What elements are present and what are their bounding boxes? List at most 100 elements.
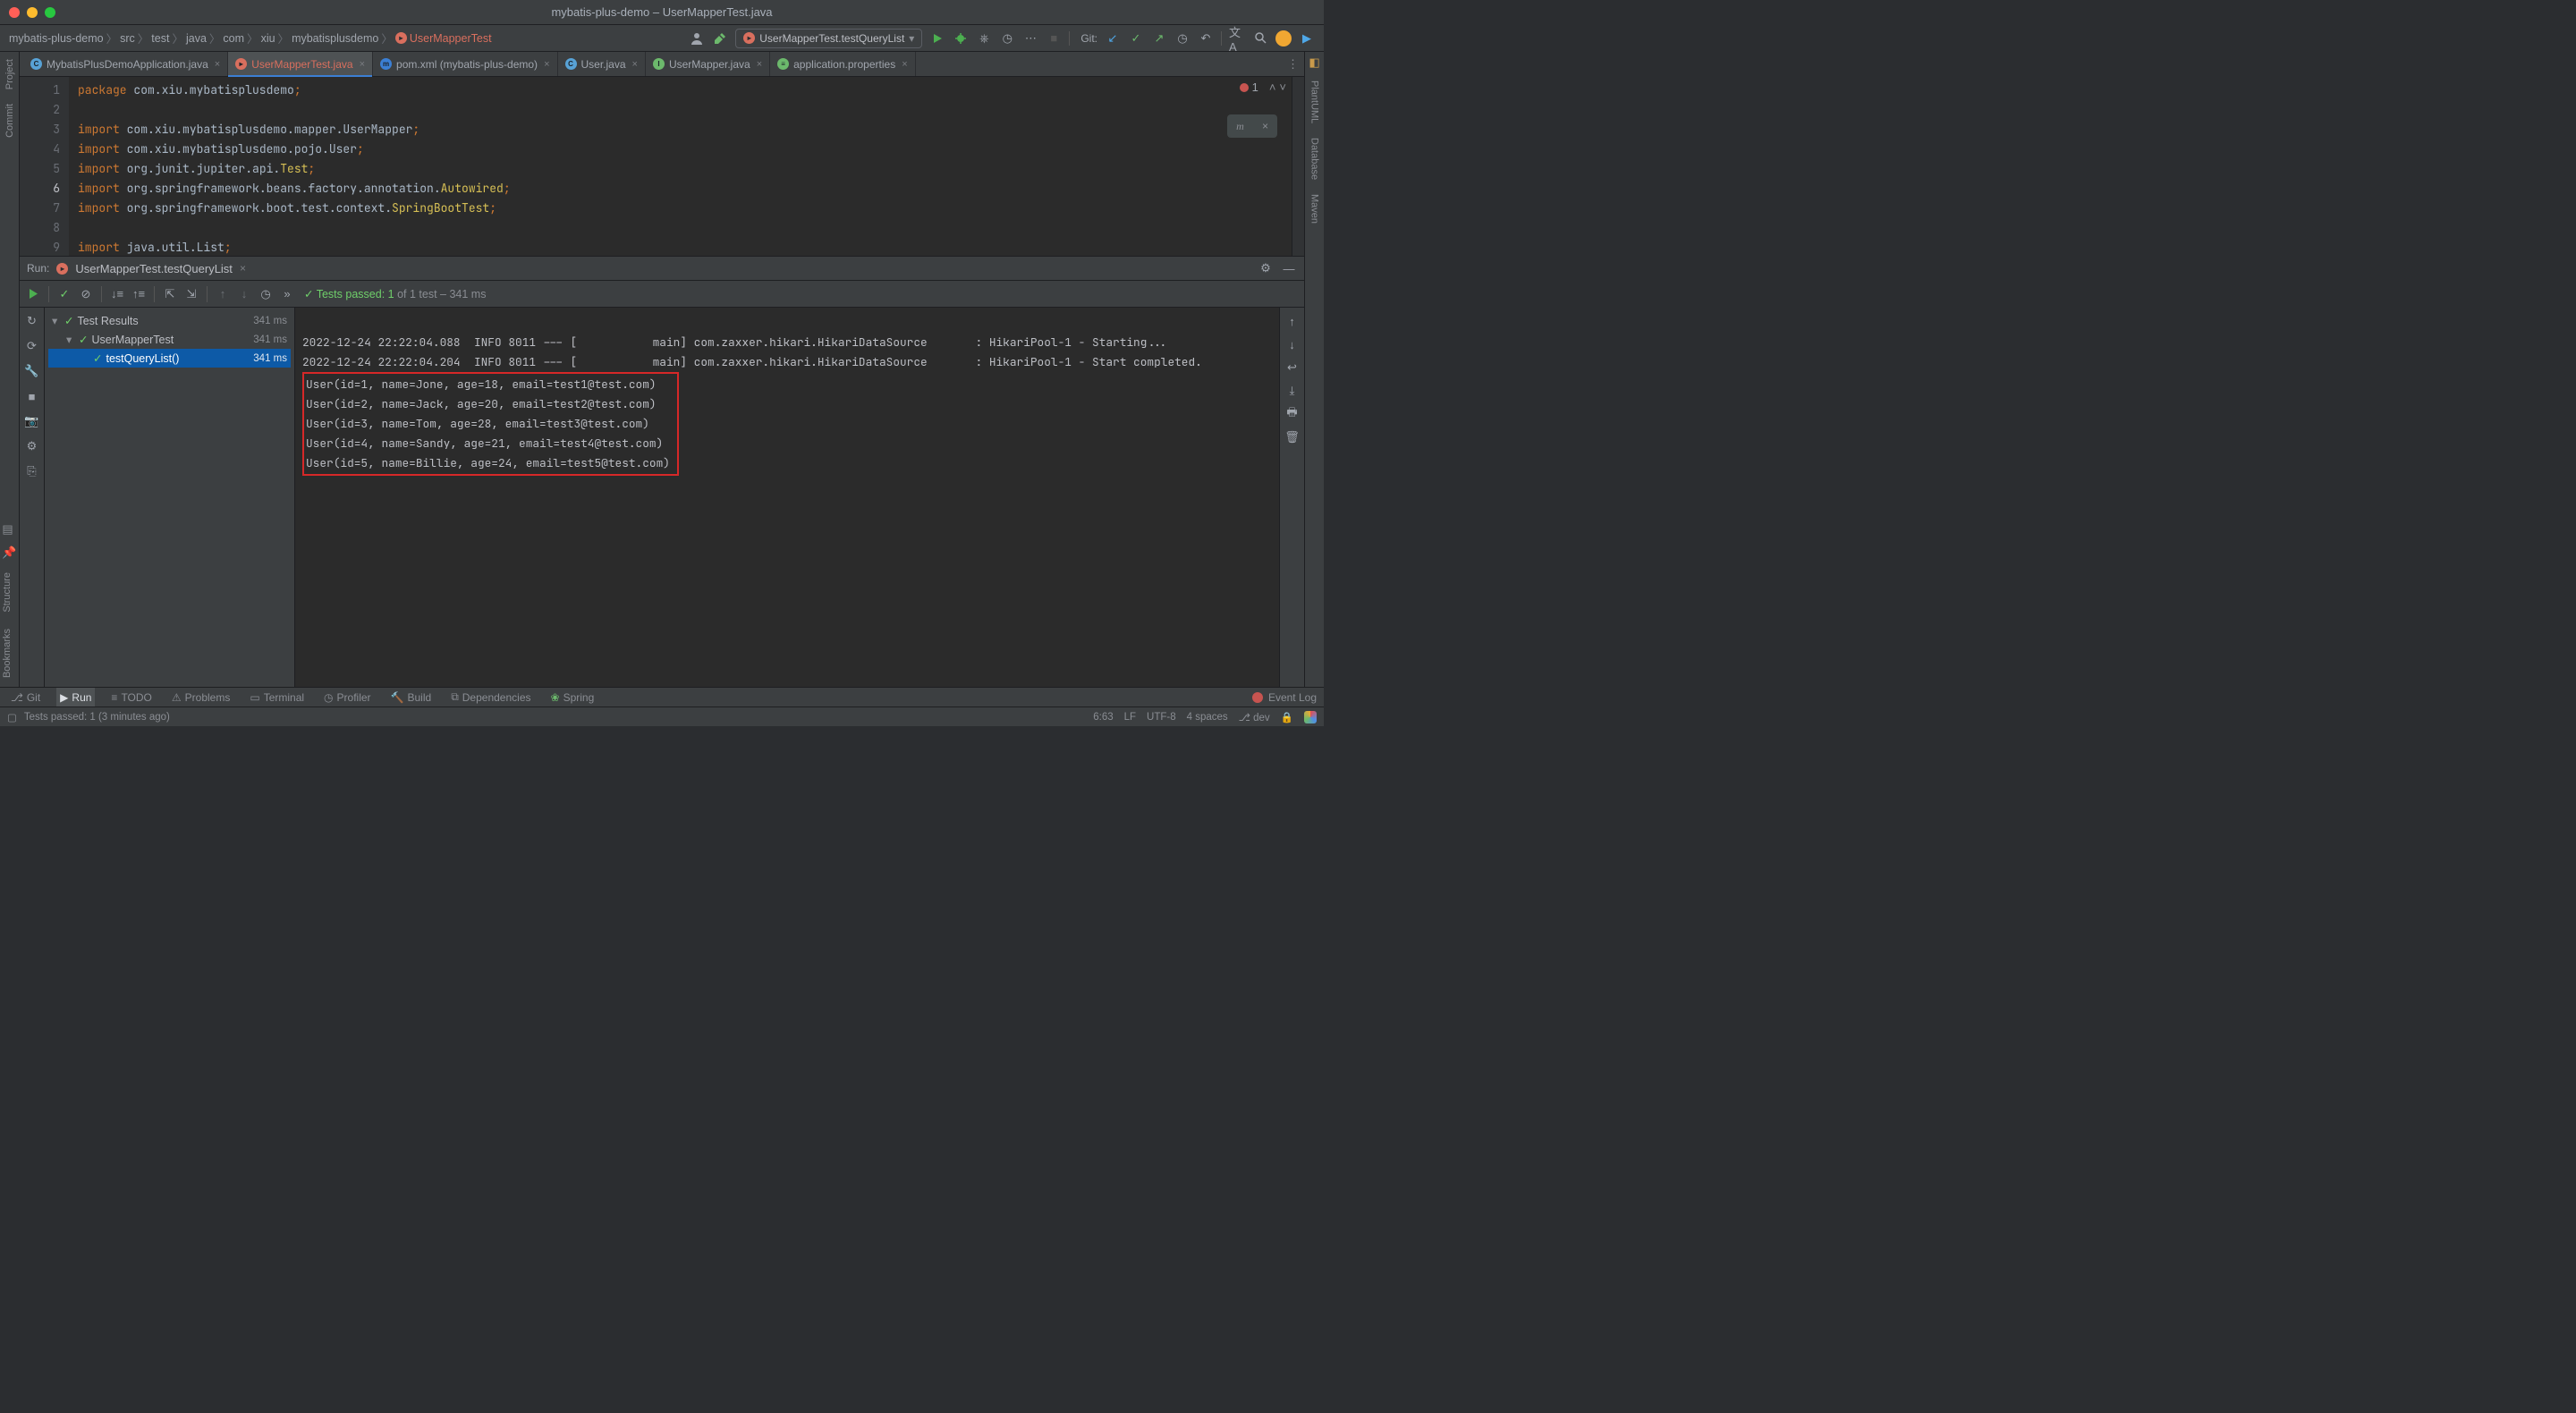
breadcrumb-segment[interactable]: java bbox=[186, 32, 207, 45]
dump-threads-icon[interactable]: 📷 bbox=[24, 413, 40, 429]
pin-icon[interactable]: 📌 bbox=[2, 546, 16, 560]
quick-access-icon[interactable]: ▢ bbox=[7, 711, 17, 723]
line-number[interactable]: 4 bbox=[23, 140, 60, 159]
code-line[interactable]: import org.springframework.boot.test.con… bbox=[78, 199, 1292, 218]
breadcrumb-segment[interactable]: mybatis-plus-demo bbox=[9, 32, 104, 45]
git-branch[interactable]: ⎇ dev bbox=[1239, 711, 1270, 723]
wrench-icon[interactable]: 🔧 bbox=[24, 363, 40, 379]
user-icon[interactable] bbox=[689, 30, 705, 47]
clear-all-icon[interactable]: 🗑 bbox=[1284, 429, 1301, 445]
project-tool-button[interactable]: Project bbox=[4, 55, 15, 93]
next-failed-icon[interactable]: ↓ bbox=[236, 286, 252, 302]
settings-icon[interactable]: ⚙ bbox=[24, 438, 40, 454]
run-tab[interactable]: ▶Run bbox=[56, 688, 95, 706]
line-number[interactable]: 1 bbox=[23, 80, 60, 100]
tree-expand-icon[interactable]: ▾ bbox=[52, 314, 61, 327]
collapse-all-icon[interactable]: ⇲ bbox=[183, 286, 199, 302]
test-tree-node[interactable]: ✓ testQueryList()341 ms bbox=[48, 349, 291, 368]
minimize-window-button[interactable] bbox=[27, 7, 38, 18]
rerun-button[interactable] bbox=[25, 286, 41, 302]
avatar[interactable] bbox=[1275, 30, 1292, 47]
close-tab-icon[interactable]: × bbox=[632, 59, 638, 70]
run-configuration-selector[interactable]: ▸ UserMapperTest.testQueryList ▾ bbox=[735, 29, 922, 48]
git-history-icon[interactable]: ◷ bbox=[1174, 30, 1191, 47]
test-tree[interactable]: ▾✓ Test Results341 ms▾✓ UserMapperTest34… bbox=[45, 308, 295, 687]
close-tab-icon[interactable]: × bbox=[544, 59, 549, 70]
close-run-tab-icon[interactable]: × bbox=[240, 262, 246, 275]
structure-tool-button[interactable]: Structure bbox=[2, 569, 16, 616]
notifications-icon[interactable]: ◧ bbox=[1309, 55, 1319, 70]
debug-button[interactable] bbox=[953, 30, 969, 47]
line-number[interactable]: 9 bbox=[23, 238, 60, 256]
ide-settings-icon[interactable]: ▶ bbox=[1299, 30, 1315, 47]
chevron-up-icon[interactable]: ˄ bbox=[1269, 80, 1276, 94]
code-line[interactable] bbox=[78, 218, 1292, 238]
build-hammer-icon[interactable] bbox=[712, 30, 728, 47]
floating-toolbar[interactable]: m × bbox=[1227, 114, 1277, 138]
lock-icon[interactable]: 🔒 bbox=[1281, 711, 1293, 723]
database-tool-button[interactable]: Database bbox=[1309, 134, 1320, 183]
sort-desc-icon[interactable]: ↑≡ bbox=[131, 286, 147, 302]
test-tree-node[interactable]: ▾✓ UserMapperTest341 ms bbox=[48, 330, 291, 349]
soft-wrap-icon[interactable]: ↩ bbox=[1284, 360, 1301, 376]
code-line[interactable]: import org.springframework.beans.factory… bbox=[78, 179, 1292, 199]
print-icon[interactable]: 🖶 bbox=[1284, 406, 1301, 422]
code-line[interactable]: import org.junit.jupiter.api.Test; bbox=[78, 159, 1292, 179]
rerun-failed-icon[interactable]: ↻ bbox=[24, 313, 40, 329]
git-tab[interactable]: ⎇Git bbox=[7, 688, 44, 706]
line-number[interactable]: 8 bbox=[23, 218, 60, 238]
translate-icon[interactable]: 文A bbox=[1229, 30, 1245, 47]
dependencies-tab[interactable]: ⧉Dependencies bbox=[447, 688, 534, 706]
tab-overflow-icon[interactable]: ⋮ bbox=[1287, 57, 1299, 72]
git-revert-icon[interactable]: ↶ bbox=[1198, 30, 1214, 47]
breadcrumb-segment[interactable]: xiu bbox=[261, 32, 275, 45]
expand-all-icon[interactable]: ⇱ bbox=[162, 286, 178, 302]
breadcrumb[interactable]: mybatis-plus-demo〉src〉test〉java〉com〉xiu〉… bbox=[9, 30, 492, 47]
show-ignored-toggle[interactable]: ⊘ bbox=[78, 286, 94, 302]
code-line[interactable] bbox=[78, 100, 1292, 120]
inspection-widget[interactable]: 1 ˄ ˅ bbox=[1240, 80, 1286, 94]
git-commit-icon[interactable]: ✓ bbox=[1128, 30, 1144, 47]
close-tab-icon[interactable]: × bbox=[902, 59, 907, 70]
caret-position[interactable]: 6:63 bbox=[1093, 712, 1113, 723]
line-number[interactable]: 6 bbox=[23, 179, 60, 199]
line-ending[interactable]: LF bbox=[1124, 712, 1136, 723]
git-update-icon[interactable]: ↙ bbox=[1105, 30, 1121, 47]
editor-tab[interactable]: IUserMapper.java× bbox=[646, 52, 770, 76]
memory-indicator-icon[interactable] bbox=[1304, 711, 1317, 723]
editor-tab[interactable]: ≡application.properties× bbox=[770, 52, 916, 76]
code-line[interactable]: package com.xiu.mybatisplusdemo; bbox=[78, 80, 1292, 100]
profiler-tab[interactable]: ◷Profiler bbox=[320, 688, 375, 706]
maven-tool-button[interactable]: Maven bbox=[1309, 190, 1320, 227]
stop-button[interactable]: ■ bbox=[1046, 30, 1062, 47]
tree-expand-icon[interactable]: ▾ bbox=[66, 333, 75, 346]
test-tree-node[interactable]: ▾✓ Test Results341 ms bbox=[48, 311, 291, 330]
breadcrumb-segment[interactable]: com bbox=[223, 32, 244, 45]
line-number[interactable]: 2 bbox=[23, 100, 60, 120]
bookmarks-tool-button[interactable]: Bookmarks bbox=[2, 625, 16, 681]
toggle-auto-test-icon[interactable]: ⟳ bbox=[24, 338, 40, 354]
todo-tab[interactable]: ≡TODO bbox=[107, 688, 155, 706]
layout-icon[interactable]: ▤ bbox=[2, 522, 16, 537]
editor-tab[interactable]: CMybatisPlusDemoApplication.java× bbox=[23, 52, 228, 76]
profile-button[interactable]: ◷ bbox=[999, 30, 1015, 47]
stop-process-icon[interactable]: ■ bbox=[24, 388, 40, 404]
more-icon[interactable]: » bbox=[279, 286, 295, 302]
code-editor[interactable]: 123456789 package com.xiu.mybatisplusdem… bbox=[20, 77, 1304, 256]
close-tab-icon[interactable]: × bbox=[757, 59, 762, 70]
plantuml-tool-button[interactable]: PlantUML bbox=[1309, 77, 1320, 127]
attach-button[interactable]: ⋯ bbox=[1022, 30, 1038, 47]
coverage-button[interactable]: ⎈ bbox=[976, 30, 992, 47]
spring-tab[interactable]: ❀Spring bbox=[547, 688, 598, 706]
code-line[interactable]: import com.xiu.mybatisplusdemo.mapper.Us… bbox=[78, 120, 1292, 140]
commit-tool-button[interactable]: Commit bbox=[4, 100, 15, 141]
close-window-button[interactable] bbox=[9, 7, 20, 18]
show-passed-toggle[interactable]: ✓ bbox=[56, 286, 72, 302]
indent-setting[interactable]: 4 spaces bbox=[1187, 712, 1228, 723]
exit-icon[interactable]: ⎘ bbox=[24, 463, 40, 479]
editor-tab[interactable]: mpom.xml (mybatis-plus-demo)× bbox=[373, 52, 557, 76]
run-settings-icon[interactable]: ⚙ bbox=[1258, 260, 1274, 276]
close-tab-icon[interactable]: × bbox=[215, 59, 220, 70]
run-button[interactable] bbox=[929, 30, 945, 47]
breadcrumb-active[interactable]: UserMapperTest bbox=[410, 32, 492, 45]
